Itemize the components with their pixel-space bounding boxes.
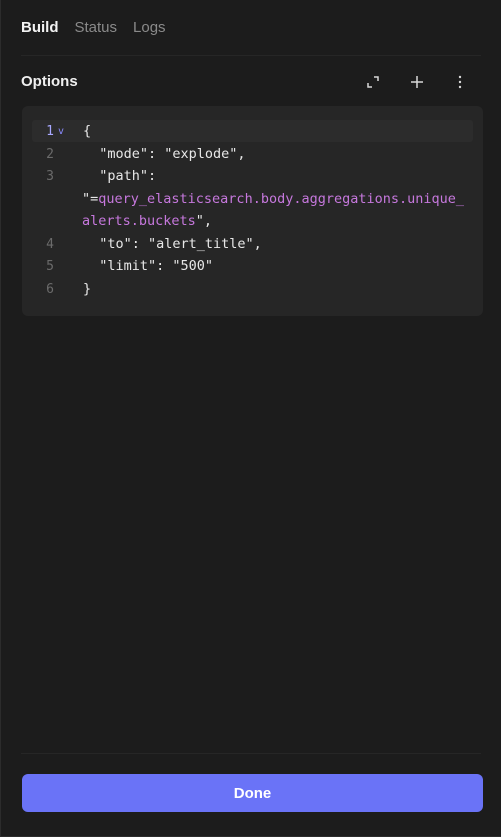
code-text: "limit": "500" [83,258,214,274]
code-line: 5 "limit": "500" [32,255,473,277]
more-vertical-icon [458,75,462,89]
done-button[interactable]: Done [22,774,483,812]
line-number: 6 [46,281,54,297]
code-text: { [83,123,92,139]
options-panel: Build Status Logs Options 1 v { 2 "mode" [0,0,501,837]
more-options-button[interactable] [448,70,472,94]
code-text: } [83,281,92,297]
code-line: 4 "to": "alert_title", [32,233,473,255]
divider [21,55,481,56]
tab-status[interactable]: Status [75,19,118,36]
code-line-wrapped: alerts.buckets", [32,210,473,232]
tab-bar: Build Status Logs [21,17,166,37]
code-text: "path": [83,168,157,184]
code-line: 6 } [32,278,473,300]
expand-button[interactable] [361,70,385,94]
code-prefix: "= [82,191,99,207]
line-number: 2 [46,146,54,162]
add-button[interactable] [405,70,429,94]
line-number: 1 [46,123,54,139]
code-line: 2 "mode": "explode", [32,143,473,165]
tab-logs[interactable]: Logs [133,19,166,36]
line-number: 5 [46,258,54,274]
line-number: 3 [46,168,54,184]
section-title: Options [21,73,78,90]
tab-build[interactable]: Build [21,19,59,36]
line-number: 4 [46,236,54,252]
code-text: "mode": "explode", [83,146,246,162]
code-text: "=query_elasticsearch.body.aggregations.… [82,191,464,207]
code-line-wrapped: "=query_elasticsearch.body.aggregations.… [32,188,473,210]
fold-toggle-icon[interactable]: v [58,126,64,137]
code-text: "to": "alert_title", [83,236,262,252]
expand-icon [367,76,379,88]
json-code-editor[interactable]: 1 v { 2 "mode": "explode", 3 "path": "=q… [22,106,483,316]
expression-text: query_elasticsearch.body.aggregations.un… [98,191,465,207]
code-line: 1 v { [32,120,473,142]
code-line: 3 "path": [32,165,473,187]
divider [21,753,481,754]
code-suffix: ", [195,213,213,229]
code-text: alerts.buckets", [82,213,212,229]
plus-icon [411,76,423,88]
expression-text: alerts.buckets [82,213,196,229]
